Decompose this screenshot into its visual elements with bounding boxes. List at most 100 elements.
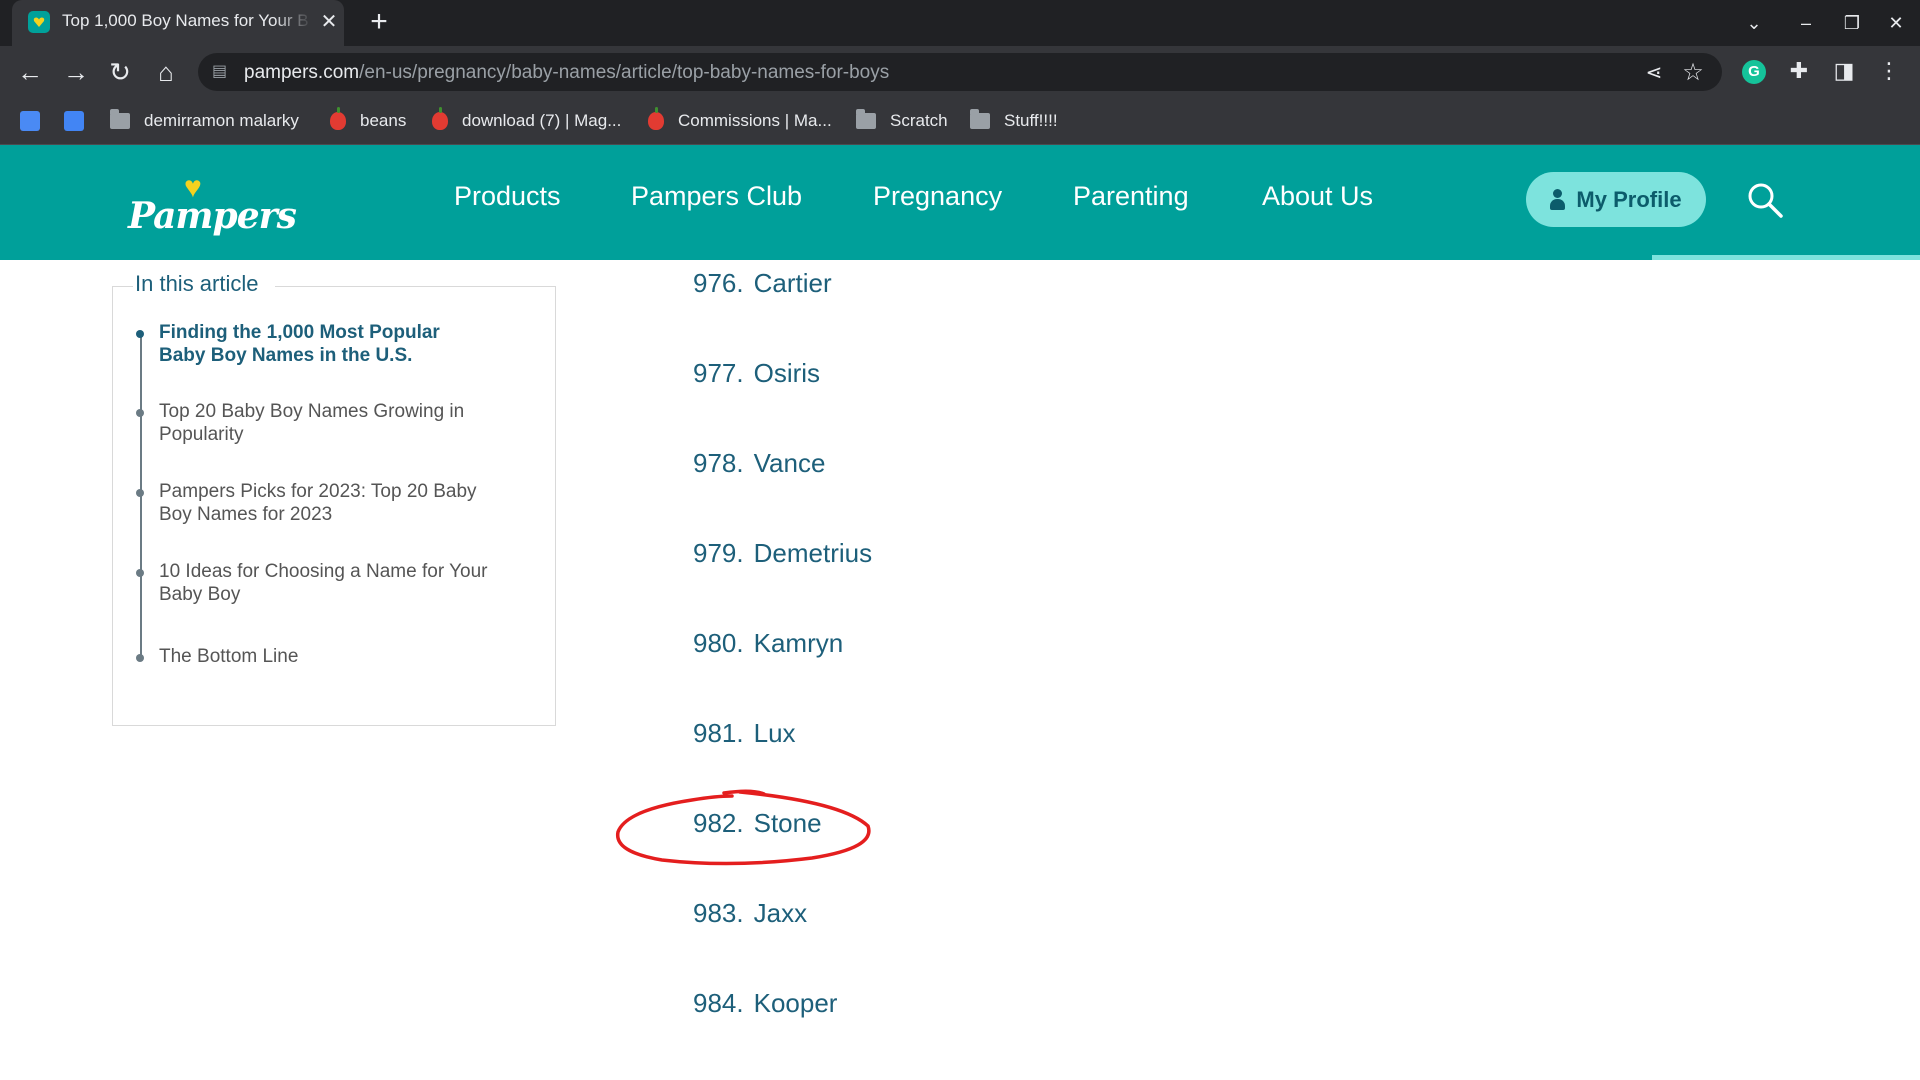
- bookmark-label: download (7) | Mag...: [462, 111, 622, 130]
- toc-title: In this article: [133, 271, 275, 297]
- tab-search-chevron-icon[interactable]: ⌄: [1740, 10, 1768, 36]
- bookmark-folder-stuff[interactable]: Stuff!!!!: [970, 98, 1058, 144]
- side-panel-icon[interactable]: ◨: [1829, 56, 1859, 86]
- bookmark-folder-scratch[interactable]: Scratch: [856, 98, 948, 144]
- tab-strip: Top 1,000 Boy Names for Your B ✕ + ⌄ – ❐…: [0, 0, 1920, 46]
- list-item: 981. Lux: [693, 718, 796, 749]
- bookmark-label: Commissions | Ma...: [678, 111, 832, 130]
- bookmark-star-icon[interactable]: ☆: [1680, 58, 1706, 87]
- extensions-puzzle-icon[interactable]: ✚: [1784, 56, 1814, 86]
- url-host: pampers.com: [244, 62, 360, 83]
- nav-pampers-club[interactable]: Pampers Club: [631, 181, 802, 212]
- nav-about-us[interactable]: About Us: [1262, 181, 1373, 212]
- bookmark-commissions[interactable]: Commissions | Ma...: [648, 98, 832, 144]
- nav-parenting[interactable]: Parenting: [1073, 181, 1189, 212]
- toc-item-finding[interactable]: Finding the 1,000 Most Popular Baby Boy …: [159, 321, 489, 367]
- browser-toolbar: ← → ↻ ⌂ ▤ pampers.com/en-us/pregnancy/ba…: [0, 46, 1920, 98]
- toc-timeline: [140, 337, 142, 659]
- boy-name: Demetrius: [753, 538, 873, 568]
- toc-dot: [136, 654, 144, 662]
- folder-icon: [856, 109, 876, 129]
- bookmark-folder-demirramon[interactable]: demirramon malarky: [110, 98, 299, 144]
- close-tab-icon[interactable]: ✕: [318, 11, 340, 33]
- user-icon: [1550, 188, 1566, 211]
- restore-icon[interactable]: ❐: [1838, 10, 1866, 36]
- rank: 983.: [693, 898, 744, 928]
- toc-dot: [136, 409, 144, 417]
- bookmark-label: demirramon malarky: [144, 111, 299, 130]
- rank: 980.: [693, 628, 744, 658]
- bookmark-label: Stuff!!!!: [1004, 111, 1058, 130]
- new-tab-icon[interactable]: +: [364, 7, 394, 38]
- bookmark-label: Scratch: [890, 111, 948, 130]
- address-bar[interactable]: ▤ pampers.com/en-us/pregnancy/baby-names…: [198, 53, 1722, 91]
- folder-icon: [970, 109, 990, 129]
- my-profile-label: My Profile: [1576, 186, 1682, 212]
- home-icon[interactable]: ⌂: [150, 56, 182, 88]
- nav-pregnancy[interactable]: Pregnancy: [873, 181, 1002, 212]
- toc-dot: [136, 489, 144, 497]
- grammarly-extension-icon[interactable]: G: [1742, 60, 1766, 84]
- boy-name: Vance: [753, 448, 826, 478]
- bookmarks-bar: demirramon malarky beans download (7) | …: [0, 98, 1920, 145]
- table-of-contents: In this article Finding the 1,000 Most P…: [112, 271, 556, 726]
- rank: 979.: [693, 538, 744, 568]
- rank: 978.: [693, 448, 744, 478]
- list-item: 978. Vance: [693, 448, 825, 479]
- bookmark-beans[interactable]: beans: [330, 98, 406, 144]
- reload-icon[interactable]: ↻: [104, 56, 136, 88]
- rank: 981.: [693, 718, 744, 748]
- list-item: 977. Osiris: [693, 358, 820, 389]
- bookmark-label: beans: [360, 111, 407, 130]
- url-path: /en-us/pregnancy/baby-names/article/top-…: [359, 62, 890, 83]
- list-item: 983. Jaxx: [693, 898, 807, 929]
- toc-item-ideas[interactable]: 10 Ideas for Choosing a Name for Your Ba…: [159, 560, 489, 606]
- apple-icon: [330, 107, 346, 130]
- pampers-favicon-icon: [28, 11, 50, 33]
- reading-progress-bar: [1652, 255, 1920, 260]
- apple-icon: [648, 107, 664, 130]
- logo-text: Pampers: [128, 195, 297, 237]
- pampers-logo[interactable]: ♥ Pampers: [128, 171, 297, 237]
- bookmark-translate[interactable]: [20, 98, 52, 144]
- rank: 984.: [693, 988, 744, 1018]
- toc-item-bottom-line[interactable]: The Bottom Line: [159, 645, 489, 668]
- site-info-icon[interactable]: ▤: [212, 63, 230, 81]
- list-item: 976. Cartier: [693, 268, 832, 299]
- tab-title: Top 1,000 Boy Names for Your B: [62, 11, 309, 30]
- nav-products[interactable]: Products: [454, 181, 561, 212]
- bookmark-docs[interactable]: [64, 98, 96, 144]
- share-icon[interactable]: ⋖: [1642, 60, 1666, 85]
- search-icon[interactable]: [1746, 181, 1784, 219]
- minimize-icon[interactable]: –: [1792, 10, 1820, 36]
- boy-name: Kooper: [753, 988, 838, 1018]
- forward-icon[interactable]: →: [60, 56, 92, 88]
- boy-name: Osiris: [753, 358, 821, 388]
- red-circle-annotation: [616, 789, 871, 866]
- toc-item-pampers-picks[interactable]: Pampers Picks for 2023: Top 20 Baby Boy …: [159, 480, 489, 526]
- apple-icon: [432, 107, 448, 130]
- toc-item-growing[interactable]: Top 20 Baby Boy Names Growing in Popular…: [159, 400, 489, 446]
- folder-icon: [110, 109, 130, 129]
- boy-name: Lux: [753, 718, 796, 748]
- boy-name: Cartier: [753, 268, 832, 298]
- toc-dot: [136, 330, 144, 338]
- my-profile-button[interactable]: My Profile: [1526, 172, 1706, 227]
- toc-dot: [136, 569, 144, 577]
- rank: 976.: [693, 268, 744, 298]
- rank: 977.: [693, 358, 744, 388]
- browser-tab[interactable]: Top 1,000 Boy Names for Your B ✕: [12, 0, 344, 46]
- url-text[interactable]: pampers.com/en-us/pregnancy/baby-names/a…: [244, 62, 889, 84]
- boy-name: Kamryn: [753, 628, 844, 658]
- list-item: 980. Kamryn: [693, 628, 843, 659]
- docs-icon: [64, 111, 84, 131]
- list-item: 979. Demetrius: [693, 538, 872, 569]
- boy-name: Jaxx: [753, 898, 808, 928]
- bookmark-download[interactable]: download (7) | Mag...: [432, 98, 621, 144]
- list-item: 984. Kooper: [693, 988, 837, 1019]
- menu-kebab-icon[interactable]: ⋮: [1874, 56, 1904, 86]
- back-icon[interactable]: ←: [14, 56, 46, 88]
- close-window-icon[interactable]: ✕: [1882, 10, 1910, 36]
- site-header: ♥ Pampers Products Pampers Club Pregnanc…: [0, 145, 1920, 260]
- translate-icon: [20, 111, 40, 131]
